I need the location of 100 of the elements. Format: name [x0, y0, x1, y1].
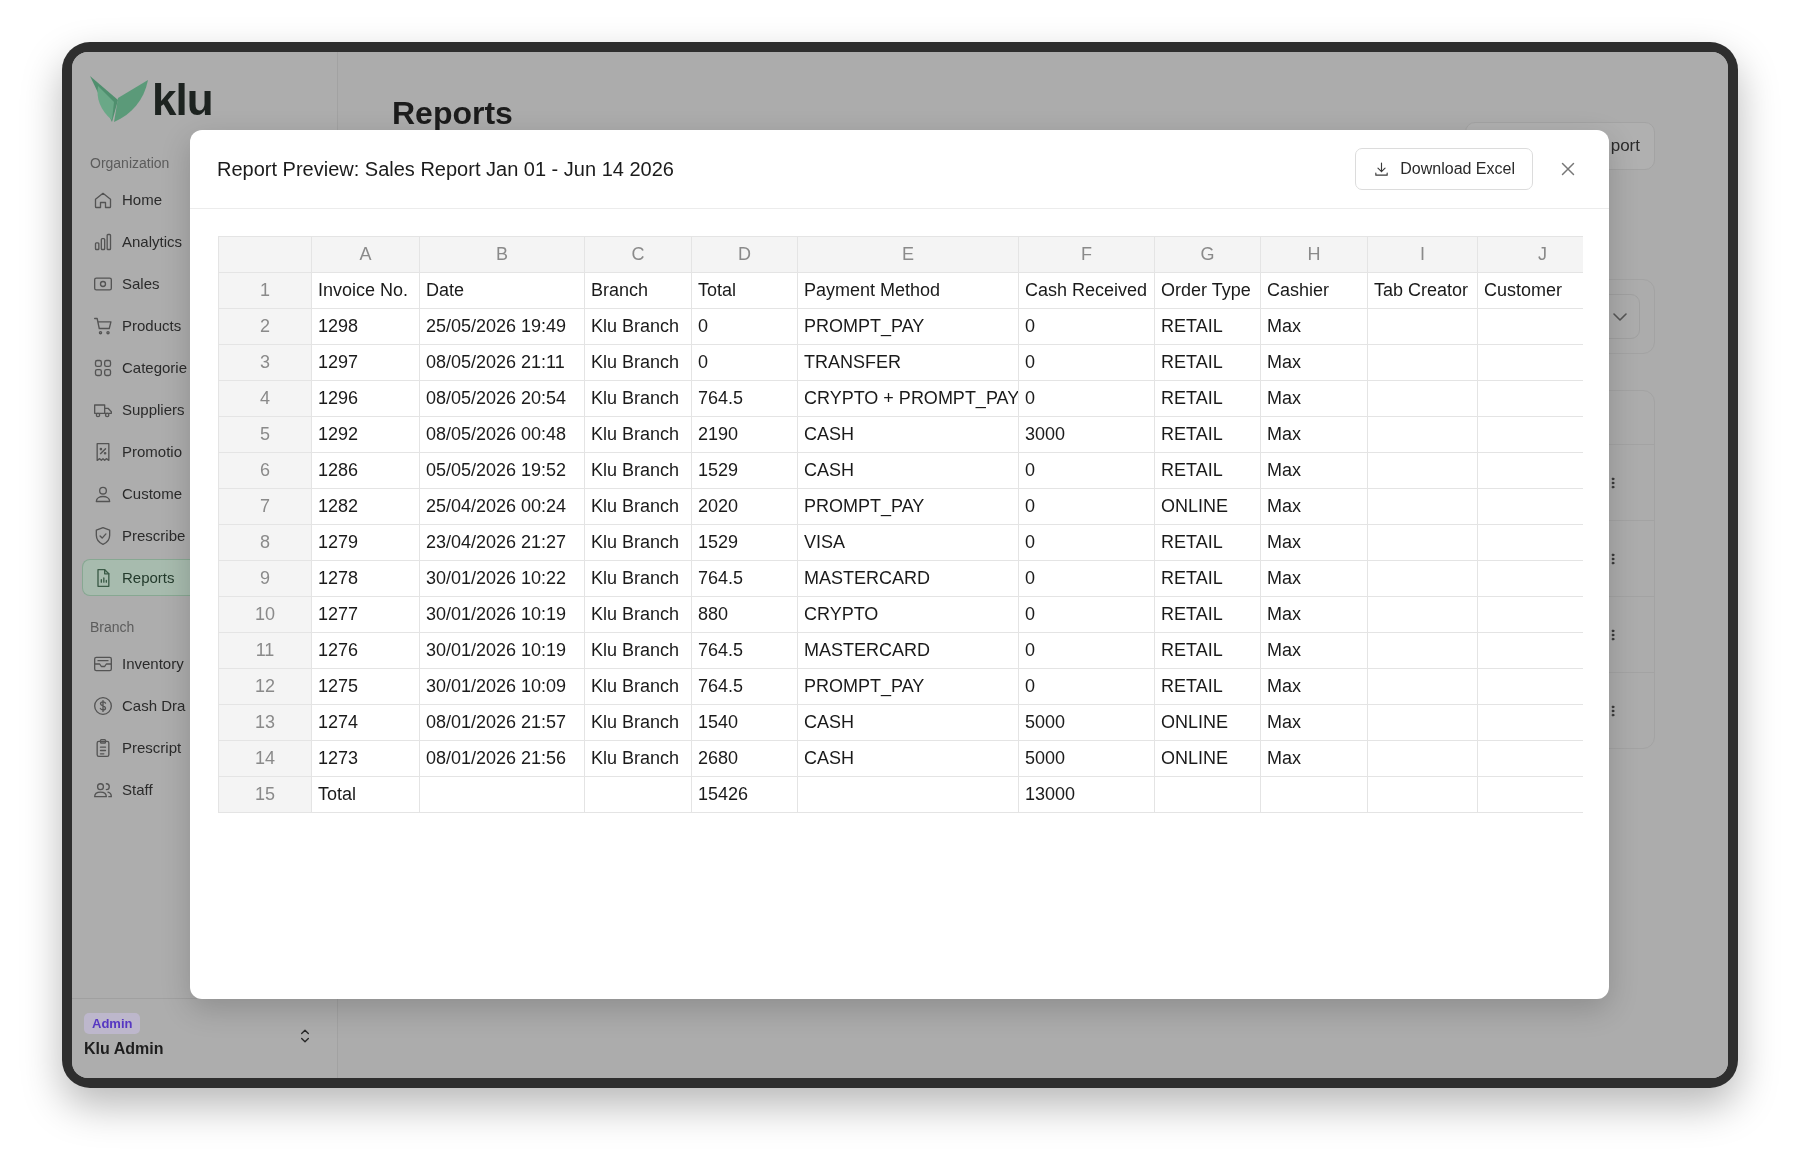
table-cell: 08/05/2026 21:11 — [426, 352, 565, 372]
table-cell: Tab Creator — [1374, 280, 1469, 300]
sidebar-item[interactable]: Home — [82, 181, 190, 218]
row-header: 8 — [260, 532, 270, 552]
table-cell: 0 — [1025, 388, 1035, 408]
table-cell: 30/01/2026 10:19 — [426, 640, 567, 660]
sidebar-item[interactable]: Reports — [82, 559, 190, 596]
dollar-circle-icon — [93, 695, 113, 716]
table-cell: RETAIL — [1161, 568, 1223, 588]
table-cell: 1529 — [698, 532, 739, 552]
sidebar-item[interactable]: Promotio — [82, 433, 190, 470]
table-cell: 0 — [698, 352, 708, 372]
table-cell: 880 — [698, 604, 729, 624]
column-header: C — [631, 244, 645, 264]
table-cell: 1274 — [318, 712, 359, 732]
table-cell: Date — [426, 280, 465, 300]
role-badge: Admin — [84, 1013, 141, 1034]
sidebar-item[interactable]: Suppliers — [82, 391, 190, 428]
table-cell: Klu Branch — [591, 424, 680, 444]
sidebar-item[interactable]: Analytics — [82, 223, 190, 260]
table-cell: 2680 — [698, 748, 739, 768]
sidebar-item[interactable]: Sales — [82, 265, 190, 302]
table-cell: CASH — [804, 424, 854, 444]
table-cell: 08/01/2026 21:57 — [426, 712, 567, 732]
table-cell: Max — [1267, 532, 1301, 552]
table-cell: MASTERCARD — [804, 568, 930, 588]
table-cell: PROMPT_PAY — [804, 676, 925, 696]
table-cell: 15426 — [698, 784, 749, 804]
row-header: 6 — [260, 460, 270, 480]
table-cell: Total — [698, 280, 737, 300]
download-button[interactable]: Download Excel — [1355, 148, 1533, 190]
table-cell: Klu Branch — [591, 748, 680, 768]
table-cell: Cash Received — [1025, 280, 1148, 300]
sidebar-item[interactable]: Categorie — [82, 349, 190, 386]
table-cell: 1278 — [318, 568, 359, 588]
column-header: D — [738, 244, 751, 264]
table-cell: 1277 — [318, 604, 359, 624]
table-cell: 5000 — [1025, 748, 1066, 768]
row-header: 1 — [260, 280, 270, 300]
table-cell: Max — [1267, 748, 1301, 768]
table-cell: PROMPT_PAY — [804, 496, 925, 516]
table-cell: RETAIL — [1161, 460, 1223, 480]
table-cell: Klu Branch — [591, 316, 680, 336]
page-title: Reports — [392, 96, 513, 130]
column-header: E — [902, 244, 914, 264]
table-cell: 1276 — [318, 640, 359, 660]
sidebar-item[interactable]: Inventory — [82, 645, 190, 682]
table-cell: Max — [1267, 352, 1301, 372]
table-cell: 0 — [698, 316, 708, 336]
column-header: A — [359, 244, 372, 264]
row-header: 5 — [260, 424, 270, 444]
table-cell: 0 — [1025, 532, 1035, 552]
table-cell: RETAIL — [1161, 352, 1223, 372]
table-cell: 30/01/2026 10:09 — [426, 676, 567, 696]
table-cell: 0 — [1025, 640, 1035, 660]
table-cell: 25/04/2026 00:24 — [426, 496, 567, 516]
sidebar-item[interactable]: Custome — [82, 475, 190, 512]
table-cell: Max — [1267, 460, 1301, 480]
logo-text: klu — [152, 78, 213, 122]
table-cell: Klu Branch — [591, 604, 680, 624]
table-cell: ONLINE — [1161, 712, 1229, 732]
table-cell: Cashier — [1267, 280, 1330, 300]
table-cell: Klu Branch — [591, 388, 680, 408]
column-header: H — [1307, 244, 1321, 264]
table-cell: 764.5 — [698, 388, 744, 408]
table-cell: 0 — [1025, 604, 1035, 624]
table-cell: Max — [1267, 604, 1301, 624]
table-cell: 0 — [1025, 568, 1035, 588]
table-cell: PROMPT_PAY — [804, 316, 925, 336]
table-cell: 25/05/2026 19:49 — [426, 316, 567, 336]
row-header: 15 — [255, 784, 275, 804]
table-cell: CRYPTO — [804, 604, 879, 624]
table-cell: 1282 — [318, 496, 359, 516]
table-cell: TRANSFER — [804, 352, 901, 372]
sidebar-item[interactable]: Prescript — [82, 729, 190, 766]
row-header: 3 — [260, 352, 270, 372]
sidebar-item[interactable]: Staff — [82, 771, 190, 808]
table-cell: Klu Branch — [591, 460, 680, 480]
table-cell: 30/01/2026 10:22 — [426, 568, 567, 588]
table-cell: 0 — [1025, 676, 1035, 696]
sidebar-item[interactable]: Products — [82, 307, 190, 344]
table-cell: Order Type — [1161, 280, 1251, 300]
table-cell: RETAIL — [1161, 640, 1223, 660]
table-cell: ONLINE — [1161, 748, 1229, 768]
sidebar-item[interactable]: Prescribe — [82, 517, 190, 554]
table-cell: RETAIL — [1161, 532, 1223, 552]
shield-check-icon — [93, 525, 113, 546]
table-cell: Klu Branch — [591, 352, 680, 372]
table-cell: Customer — [1484, 280, 1563, 300]
table-cell: 1279 — [318, 532, 359, 552]
column-header: J — [1538, 244, 1547, 264]
table-cell: 08/05/2026 20:54 — [426, 388, 567, 408]
table-cell: 1275 — [318, 676, 359, 696]
user-name: Klu Admin — [84, 1040, 164, 1058]
row-header: 7 — [260, 496, 270, 516]
sidebar-item[interactable]: Cash Dra — [82, 687, 190, 724]
table-cell: RETAIL — [1161, 424, 1223, 444]
table-cell: ONLINE — [1161, 496, 1229, 516]
row-header: 10 — [255, 604, 275, 624]
table-cell: Max — [1267, 640, 1301, 660]
